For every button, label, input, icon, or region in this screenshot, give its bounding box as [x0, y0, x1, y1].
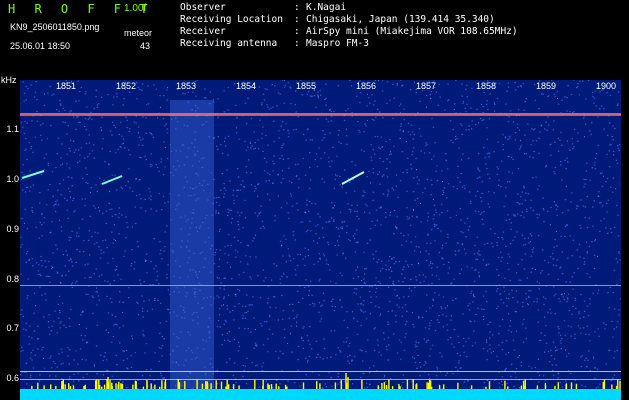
lower-line	[20, 379, 621, 380]
y-tick-label: 0.9	[6, 224, 19, 234]
mode-label: meteor	[124, 28, 153, 38]
noise-highlights	[22, 80, 621, 400]
noise-speckle	[20, 80, 621, 400]
x-tick-label: 1859	[536, 81, 557, 91]
y-tick-label: 0.6	[6, 373, 19, 383]
reference-line	[20, 285, 621, 286]
info-observer: Observer: K.Nagai	[180, 2, 347, 13]
file-name: KN9_2506011850.png	[10, 22, 100, 32]
x-tick-label: 1858	[476, 81, 497, 91]
unit-label: kHz	[1, 75, 17, 85]
y-tick-label: 1.0	[6, 174, 19, 184]
info-receiver: Receiver: AirSpy mini (Miakejima VOR 108.…	[180, 26, 518, 37]
x-tick-label: 1853	[176, 81, 197, 91]
carrier-line-echo	[20, 115, 621, 116]
x-tick-label: 1851	[56, 81, 77, 91]
app-version: 1.00f	[124, 3, 147, 14]
header-panel: H R O F F T 1.00f KN9_2506011850.png met…	[0, 0, 629, 72]
noise-floor	[20, 389, 621, 400]
meteor-count: 43	[140, 41, 151, 51]
y-tick-label: 0.8	[6, 274, 19, 284]
info-location: Receiving Location: Chigasaki, Japan (139…	[180, 14, 495, 25]
date-time: 25.06.01 18:50	[10, 41, 71, 51]
y-tick-label: 1.1	[6, 124, 19, 134]
x-tick-label: 1857	[416, 81, 437, 91]
info-antenna: Receiving antenna: Maspro FM-3	[180, 38, 369, 49]
meteor-echo	[341, 171, 365, 185]
x-tick-label: 1856	[356, 81, 377, 91]
spectrogram-canvas	[20, 80, 621, 400]
carrier-line	[20, 113, 621, 115]
x-tick-label: 1854	[236, 81, 257, 91]
meteor-echo	[101, 175, 123, 185]
x-tick-label: 1852	[116, 81, 137, 91]
interference-band	[170, 100, 214, 400]
lower-line	[20, 371, 621, 372]
x-tick-label: 1855	[296, 81, 317, 91]
x-tick-label: 1900	[596, 81, 617, 91]
y-tick-label: 0.7	[6, 323, 19, 333]
observation-info: Observer: K.Nagai Receiving Location: Chig…	[180, 2, 518, 50]
spectrogram	[20, 80, 621, 400]
